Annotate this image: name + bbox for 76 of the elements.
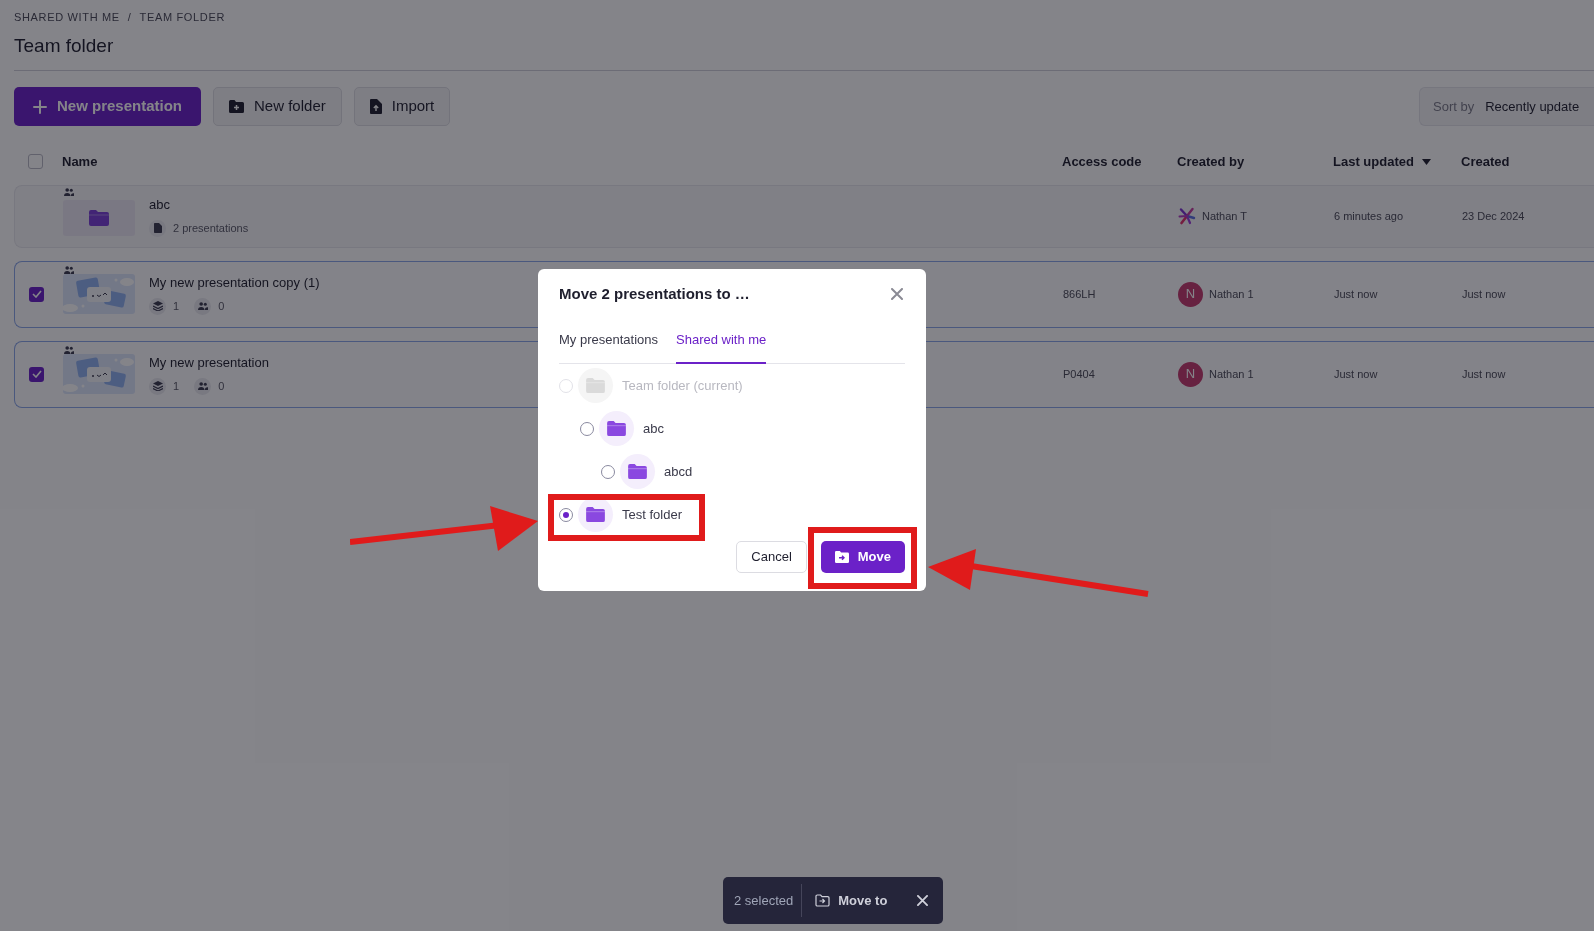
breadcrumb-link[interactable]: TEAM FOLDER [139, 9, 225, 26]
folder-name: Test folder [622, 505, 682, 524]
close-icon [916, 895, 928, 906]
slide-count: 1 [173, 379, 180, 394]
checkbox[interactable] [29, 286, 44, 302]
plus-icon [33, 99, 47, 114]
access-code: 866LH [1063, 287, 1096, 300]
table-row[interactable]: abc 2 presentations Nathan T 6 minutes ago 23 Dec 2024 [14, 184, 1594, 248]
last-updated: 6 minutes ago [1334, 209, 1404, 222]
item-name[interactable]: abc [149, 195, 249, 215]
last-updated: Just now [1334, 287, 1378, 300]
sort-dropdown[interactable]: Sort by Recently update [1419, 87, 1594, 126]
layers-icon [152, 381, 163, 392]
viewer-count: 0 [218, 379, 225, 394]
checkbox[interactable] [29, 366, 44, 382]
created-date: Just now [1462, 287, 1506, 300]
breadcrumb-separator: / [127, 10, 132, 25]
slide-count: 1 [173, 299, 180, 314]
folder-name: Team folder (current) [622, 376, 743, 395]
folder-plus-icon [229, 100, 245, 113]
item-name[interactable]: My new presentation [149, 353, 269, 373]
created-date: 23 Dec 2024 [1462, 209, 1525, 222]
caret-down-icon [1421, 158, 1431, 165]
flower-logo-icon [1178, 207, 1196, 225]
viewer-count: 0 [218, 299, 225, 314]
folder-icon [586, 507, 605, 522]
people-icon [197, 382, 208, 391]
folder-icon [607, 421, 626, 436]
folder-icon [586, 378, 605, 393]
dialog-tab[interactable]: Shared with me [676, 329, 767, 364]
dialog-tab[interactable]: My presentations [559, 329, 658, 364]
column-header[interactable]: Created [1461, 151, 1510, 172]
folder-icon [89, 210, 109, 226]
folder-arrow-icon [815, 894, 831, 907]
page-title: Team folder [14, 33, 115, 58]
close-icon [891, 288, 903, 301]
creator-name: Nathan 1 [1209, 366, 1254, 382]
close-button[interactable] [916, 894, 928, 907]
dialog-title: Move 2 presentations to … [559, 284, 750, 304]
avatar: N [1178, 281, 1203, 307]
folder-name: abcd [664, 462, 693, 481]
shared-people-icon [64, 346, 74, 354]
layers-icon [152, 301, 163, 312]
check-icon [31, 370, 42, 378]
shared-people-icon [64, 188, 74, 196]
people-icon [197, 302, 208, 311]
access-code: P0404 [1063, 367, 1095, 380]
folder-icon [628, 464, 647, 479]
folder-arrow-icon [834, 551, 849, 563]
check-icon [31, 290, 42, 298]
new-folder-button[interactable]: New folder [213, 87, 342, 126]
new-presentation-button[interactable]: New presentation [14, 87, 202, 126]
breadcrumb-link[interactable]: SHARED WITH ME [14, 9, 120, 26]
last-updated: Just now [1334, 367, 1378, 380]
sort-value: Recently update [1485, 97, 1580, 116]
column-header[interactable]: Last updated [1333, 151, 1431, 172]
move-button[interactable]: Move [820, 541, 905, 573]
move-to-button[interactable]: Move to [815, 890, 888, 911]
selection-count: 2 selected [733, 891, 795, 910]
item-name[interactable]: My new presentation copy (1) [149, 273, 320, 293]
checkbox[interactable] [28, 154, 43, 169]
file-upload-icon [369, 99, 382, 114]
folder-name: abc [643, 419, 664, 438]
column-header[interactable]: Created by [1177, 151, 1245, 172]
document-icon [153, 223, 162, 234]
creator-name: Nathan T [1202, 208, 1248, 224]
sort-label: Sort by [1433, 97, 1475, 116]
creator-name: Nathan 1 [1209, 286, 1254, 302]
shared-people-icon [64, 266, 74, 274]
cancel-button[interactable]: Cancel [736, 541, 807, 573]
column-header[interactable]: Access code [1062, 151, 1142, 172]
avatar: N [1178, 361, 1203, 387]
created-date: Just now [1462, 367, 1506, 380]
import-button[interactable]: Import [353, 87, 451, 126]
item-count: 2 presentations [173, 221, 249, 236]
column-header[interactable]: Name [62, 151, 98, 172]
